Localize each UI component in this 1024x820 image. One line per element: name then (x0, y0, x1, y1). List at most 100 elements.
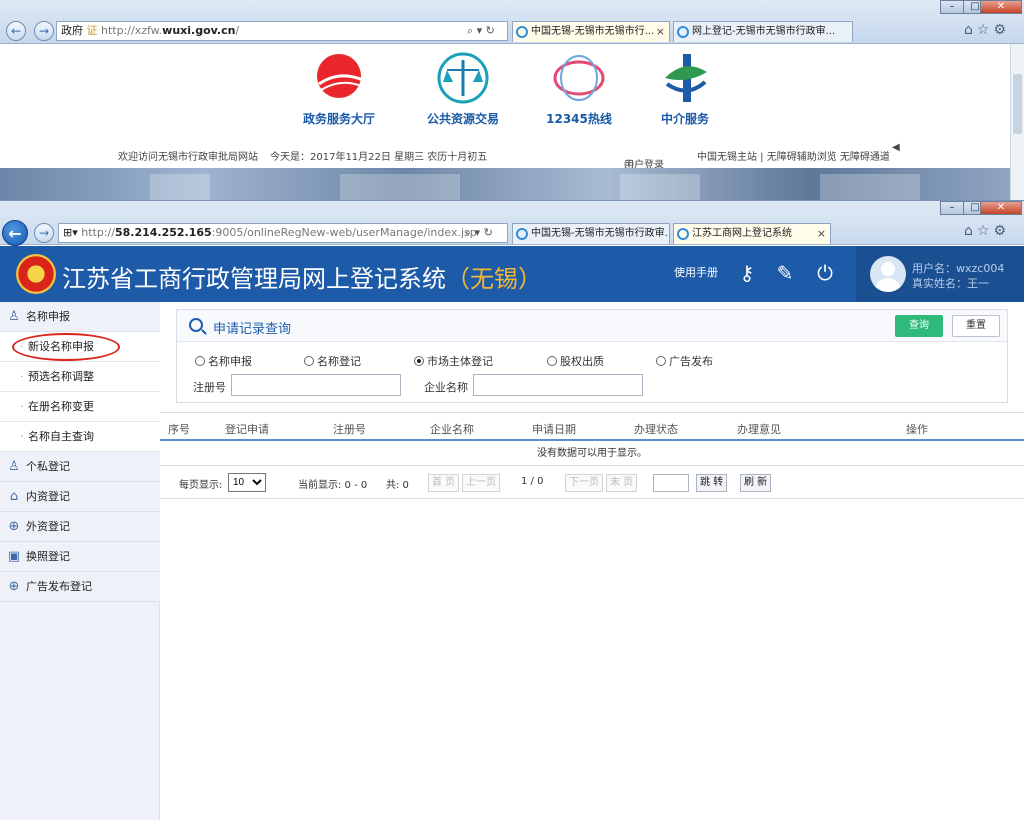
radio-circle[interactable] (547, 356, 557, 366)
radio-name-register[interactable]: 名称登记 (304, 353, 361, 369)
ie-icon (677, 228, 689, 240)
column-header[interactable]: 企业名称 (430, 421, 474, 437)
pager: 每页显示: 10 当前显示: 0 - 0 共: 0 首 页 上一页 1 / 0 … (160, 467, 1024, 499)
per-page-select[interactable]: 10 (228, 473, 266, 492)
user-edit-icon[interactable]: ✎ (772, 260, 798, 286)
radio-label: 股权出质 (560, 355, 604, 368)
column-header[interactable]: 登记申请 (225, 421, 269, 437)
front-tab-1[interactable]: 中国无锡-无锡市无锡市行政审... (512, 223, 670, 244)
prev-page-button[interactable]: 上一页 (462, 474, 500, 492)
avatar[interactable] (870, 256, 906, 292)
back-browser-toolbar: ← → 政府 证 http://xzfw.wuxi.gov.cn/ ⌕ ▾ ↻ … (0, 0, 1024, 44)
national-emblem-icon (16, 254, 56, 294)
front-tab-1-label: 中国无锡-无锡市无锡市行政审... (531, 228, 670, 239)
radio-name-declare[interactable]: 名称申报 (195, 353, 252, 369)
radio-advertising[interactable]: 广告发布 (656, 353, 713, 369)
radio-market-entity[interactable]: 市场主体登记 (414, 353, 493, 369)
public-resource-trade[interactable]: 公共资源交易 (408, 50, 518, 127)
ie-icon (516, 228, 528, 240)
front-address-bar[interactable]: ⊞▾ http://58.214.252.165:9005/onlineRegN… (58, 223, 508, 243)
speaker-icon[interactable]: ◀ (892, 142, 900, 153)
sidebar-group-license[interactable]: ▣ 换照登记 (0, 542, 160, 572)
last-page-button[interactable]: 末 页 (606, 474, 638, 492)
back-arrow-icon[interactable]: ← (6, 21, 26, 41)
sidebar-group-advertising[interactable]: ⊕ 广告发布登记 (0, 572, 160, 602)
close-icon[interactable]: × (817, 224, 826, 244)
jump-button[interactable]: 跳 转 (696, 474, 728, 492)
sidebar-group-private[interactable]: ♙ 个私登记 (0, 452, 160, 482)
close-icon[interactable]: × (656, 22, 665, 42)
sidebar-item-change-name[interactable]: 在册名称变更 (0, 392, 160, 422)
back-address-bar[interactable]: 政府 证 http://xzfw.wuxi.gov.cn/ ⌕ ▾ ↻ (56, 21, 508, 41)
key-icon[interactable]: ⚷ (734, 260, 760, 286)
top-links[interactable]: 中国无锡主站 | 无障碍辅助浏览 无障碍通道 (697, 148, 890, 163)
back-arrow-icon[interactable]: ← (2, 220, 28, 246)
back-scrollbar[interactable] (1010, 44, 1024, 200)
column-header[interactable]: 注册号 (333, 421, 366, 437)
column-header[interactable]: 办理意见 (737, 421, 781, 437)
sidebar-group-label: 外资登记 (26, 520, 70, 533)
radio-equity-pledge[interactable]: 股权出质 (547, 353, 604, 369)
service-hall[interactable]: 政务服务大厅 (284, 50, 394, 127)
sidebar-group-domestic[interactable]: ⌂ 内资登记 (0, 482, 160, 512)
company-name-label: 企业名称 (424, 381, 468, 394)
sidebar-group-foreign[interactable]: ⊕ 外资登记 (0, 512, 160, 542)
column-header[interactable]: 序号 (168, 421, 190, 437)
manual-link[interactable]: 使用手册 (674, 264, 718, 280)
minimize-icon[interactable]: – (940, 201, 964, 215)
forward-arrow-icon[interactable]: → (34, 223, 54, 243)
back-tab-1[interactable]: 中国无锡-无锡市无锡市行... × (512, 21, 670, 42)
radio-circle[interactable] (304, 356, 314, 366)
agency-service[interactable]: 中介服务 (630, 50, 740, 127)
scales-icon (435, 50, 491, 106)
real-name: 真实姓名：王一 (912, 277, 989, 290)
next-page-button[interactable]: 下一页 (565, 474, 603, 492)
foreground-browser-window: – □ ✕ ← → ⊞▾ http://58.214.252.165:9005/… (0, 200, 1024, 820)
search-icon[interactable]: ⌕ ▾ ↻ (465, 224, 493, 242)
banner-image (0, 168, 1010, 200)
search-icon[interactable]: ⌕ ▾ ↻ (467, 22, 495, 40)
close-window-icon[interactable]: ✕ (980, 201, 1022, 215)
sidebar-item-adjust-name[interactable]: 预选名称调整 (0, 362, 160, 392)
front-tab-2[interactable]: 江苏工商网上登记系统 × (673, 223, 831, 244)
reset-button[interactable]: 重置 (952, 315, 1000, 337)
home-star-gear-icons[interactable]: ⌂☆⚙ (964, 223, 1010, 239)
globe-icon: ⊕ (8, 519, 20, 534)
app-title-text: 江苏省工商行政管理局网上登记系统 (62, 265, 446, 293)
highlight-ellipse (12, 333, 120, 361)
date-text: 今天是：2017年11月22日 星期三 农历十月初五 (270, 152, 488, 163)
agency-icon (657, 50, 713, 106)
radio-circle[interactable] (195, 356, 205, 366)
refresh-button[interactable]: 刷 新 (740, 474, 772, 492)
ie-icon (516, 26, 528, 38)
back-tab-2[interactable]: 网上登记-无锡市无锡市行政审... (673, 21, 853, 42)
forward-arrow-icon[interactable]: → (34, 21, 54, 41)
company-name-input[interactable] (473, 374, 643, 396)
results-table-header: 序号 登记申请 注册号 企业名称 申请日期 办理状态 办理意见 操作 (160, 412, 1024, 441)
home-star-gear-icons[interactable]: ⌂☆⚙ (964, 22, 1010, 38)
column-header[interactable]: 办理状态 (634, 421, 678, 437)
reg-no-input[interactable] (231, 374, 401, 396)
current-display: 当前显示: 0 - 0 (298, 480, 368, 491)
license-icon: ▣ (7, 549, 21, 564)
hotline-12345-icon (551, 50, 607, 106)
sidebar: ♙ 名称申报 新设名称申报 预选名称调整 在册名称变更 名称自主查询 ♙ 个私登… (0, 302, 160, 820)
close-window-icon[interactable]: ✕ (980, 0, 1022, 14)
sidebar-item-query-name[interactable]: 名称自主查询 (0, 422, 160, 452)
sidebar-group-label: 广告发布登记 (26, 580, 92, 593)
first-page-button[interactable]: 首 页 (428, 474, 460, 492)
sidebar-group-label: 内资登记 (26, 490, 70, 503)
radio-circle-checked[interactable] (414, 356, 424, 366)
column-header[interactable]: 操作 (906, 421, 928, 437)
radio-label: 名称登记 (317, 355, 361, 368)
page-number-input[interactable] (653, 474, 689, 492)
query-button[interactable]: 查询 (895, 315, 943, 337)
scroll-thumb[interactable] (1013, 74, 1022, 134)
address-url-main: wuxi.gov.cn (162, 24, 236, 37)
sidebar-group-name-declare[interactable]: ♙ 名称申报 (0, 302, 160, 332)
column-header[interactable]: 申请日期 (532, 421, 576, 437)
power-icon[interactable]: ⏻ (812, 260, 838, 286)
hotline-12345[interactable]: 12345热线 (524, 50, 634, 127)
radio-circle[interactable] (656, 356, 666, 366)
minimize-icon[interactable]: – (940, 0, 964, 14)
